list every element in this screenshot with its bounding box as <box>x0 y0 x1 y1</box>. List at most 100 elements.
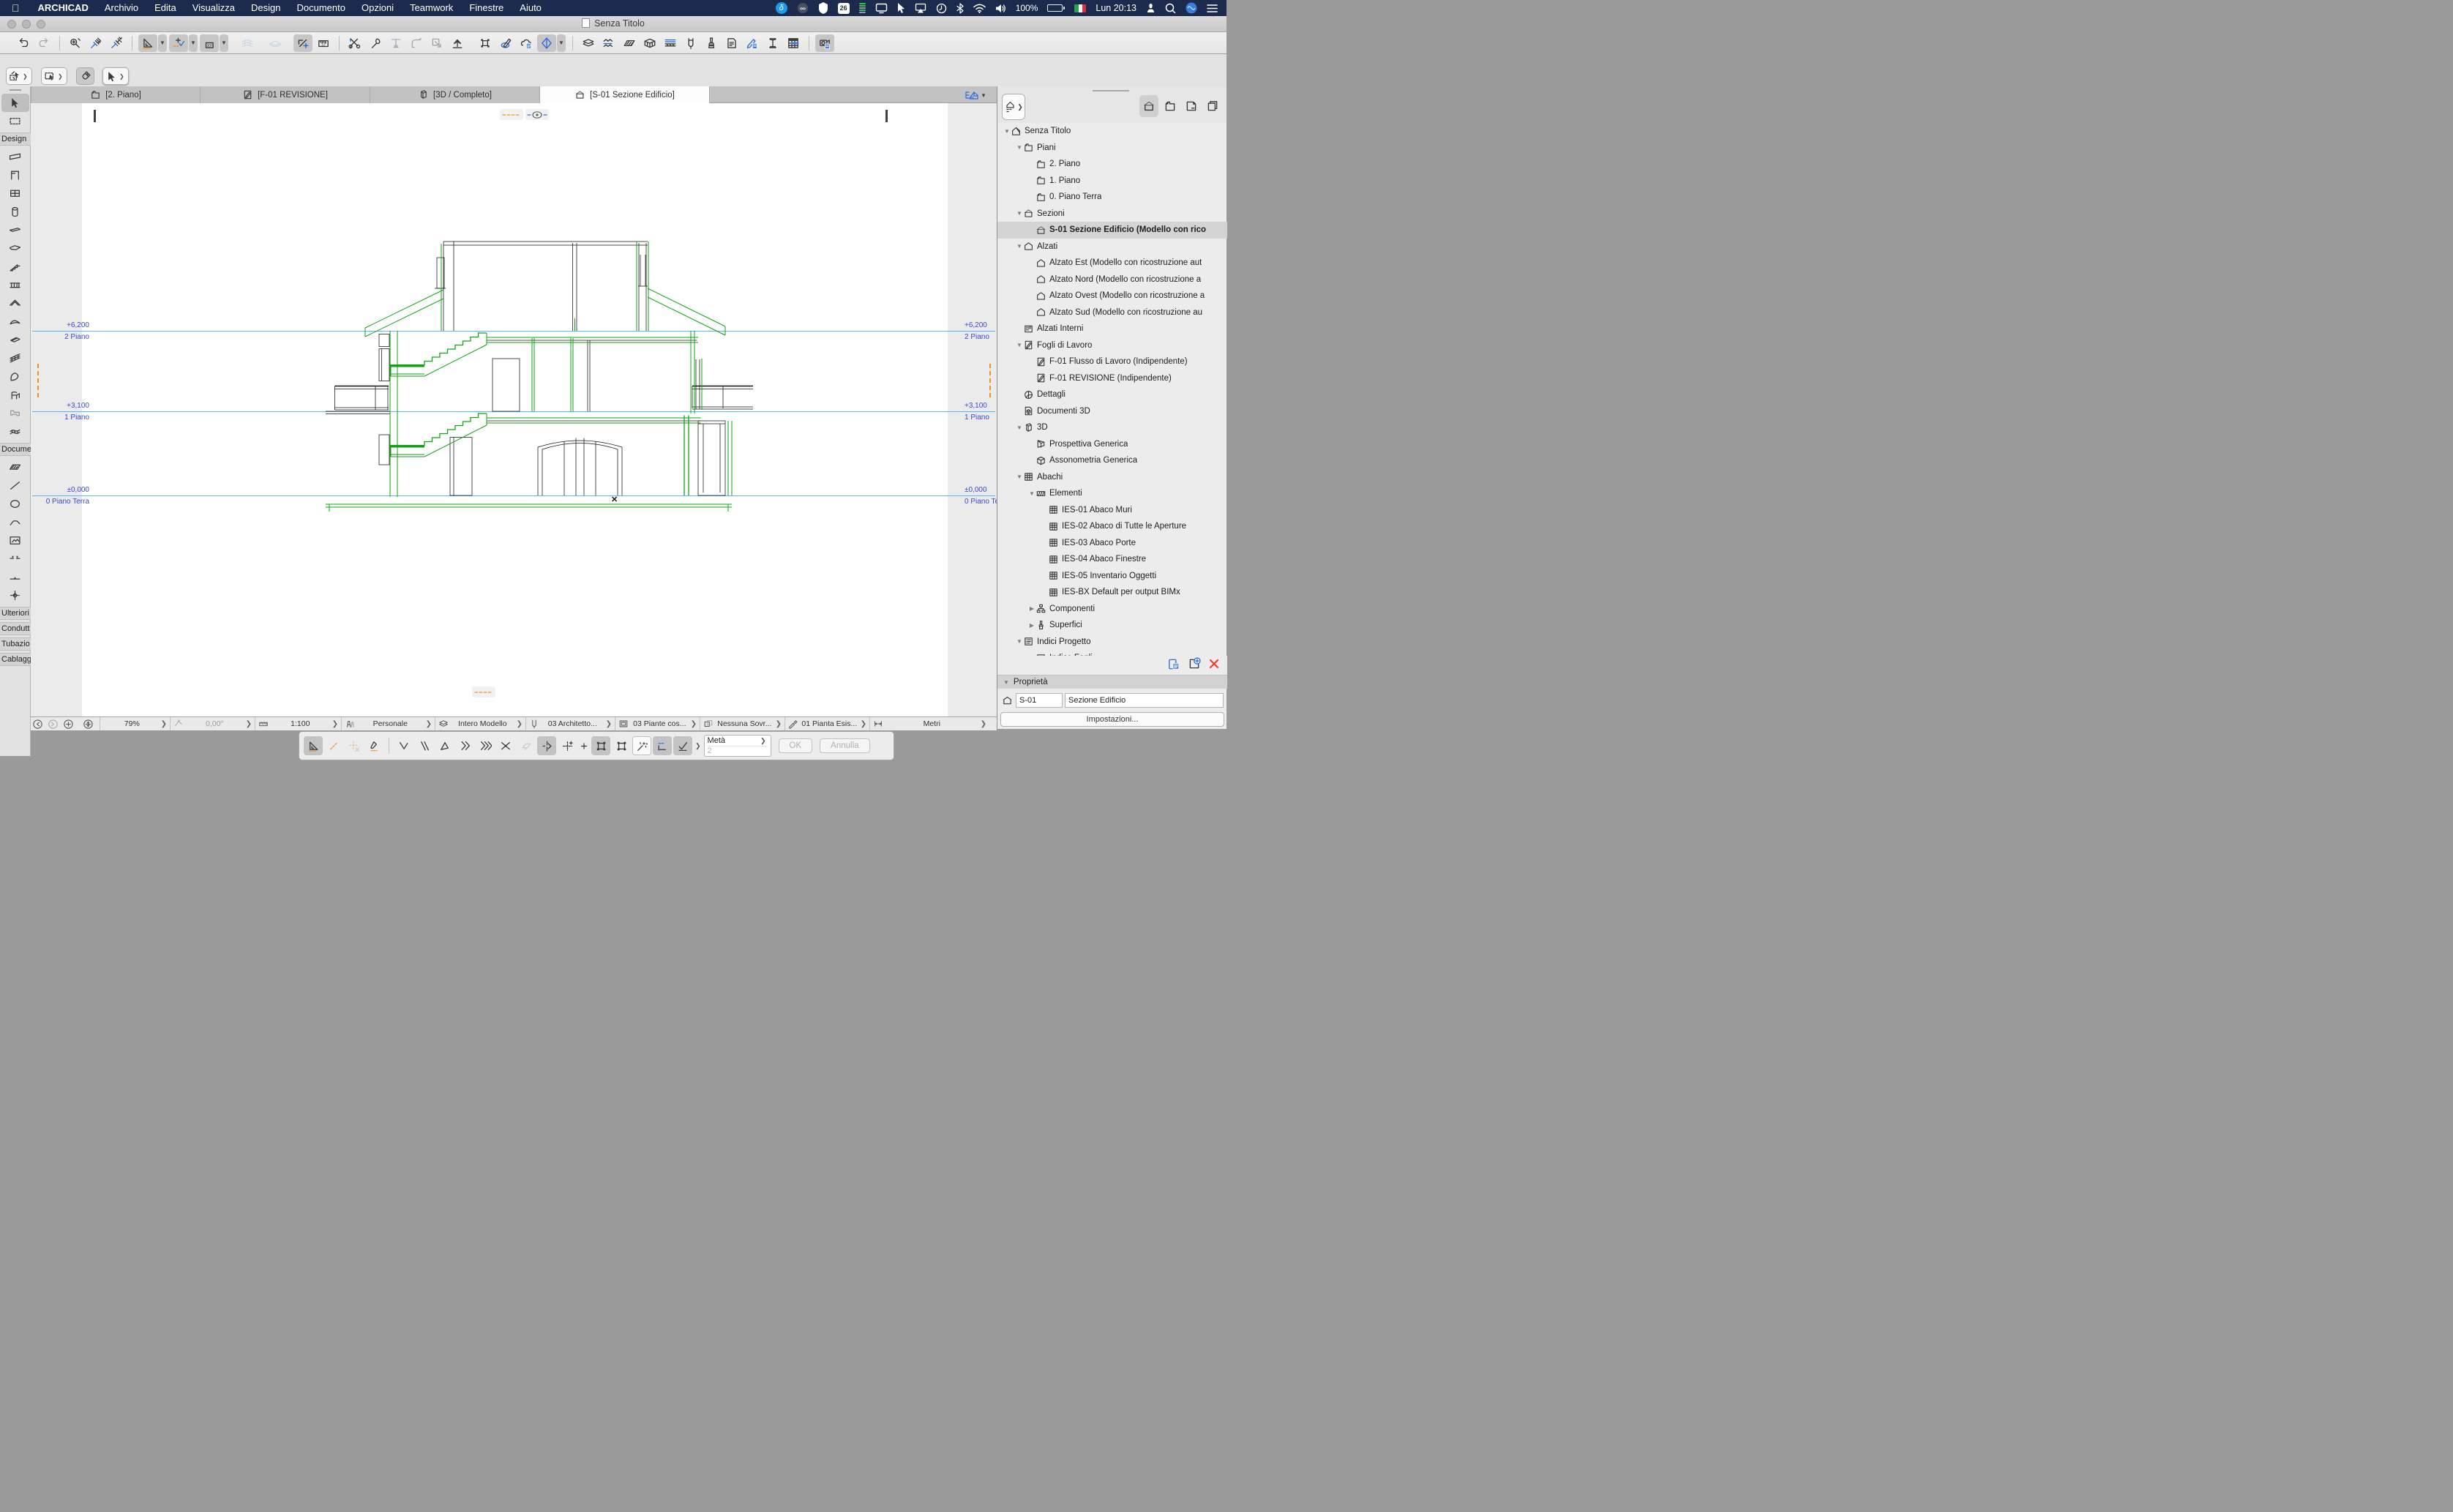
guide-line-handle-bottom[interactable] <box>472 686 495 697</box>
chevron-down-icon[interactable]: ▼ <box>189 34 198 52</box>
tool-finestra[interactable] <box>1 184 29 203</box>
tree-item[interactable]: F-01 REVISIONE (Indipendente) <box>997 370 1227 387</box>
view-tab[interactable]: [S-01 Sezione Edificio] <box>540 86 710 103</box>
tree-item[interactable]: 2. Piano <box>997 156 1227 173</box>
favorites-button[interactable] <box>722 34 741 52</box>
building-material-button[interactable] <box>640 34 659 52</box>
wifi-icon[interactable] <box>973 2 986 14</box>
guide-segment-button[interactable] <box>324 736 343 755</box>
tool-zona[interactable] <box>1 404 29 422</box>
tree-item[interactable]: Alzato Sud (Modello con ricostruzione au <box>997 304 1227 321</box>
add-snap-button[interactable] <box>578 736 590 755</box>
tree-item[interactable]: 1. Piano <box>997 173 1227 190</box>
apple-menu[interactable]:  <box>0 0 30 16</box>
layers-button[interactable] <box>579 34 598 52</box>
edit-in-3d-button[interactable] <box>293 34 312 52</box>
status-personale[interactable]: Personale❯ <box>341 717 435 730</box>
chevron-down-icon[interactable]: ▼ <box>220 34 228 52</box>
status-0-00-[interactable]: 0,00°❯ <box>170 717 255 730</box>
navigator-mode-layout-book[interactable] <box>1182 95 1201 117</box>
tool-alzato[interactable] <box>1 568 29 586</box>
tool-parapetto[interactable] <box>1 276 29 294</box>
tree-item[interactable]: IES-BX Default per output BIMx <box>997 584 1227 601</box>
tool-arrow-tool[interactable] <box>1 94 29 112</box>
text-style-button[interactable] <box>763 34 782 52</box>
expand-arrow-icon[interactable]: ▶ <box>1028 622 1035 629</box>
tree-item[interactable]: F-01 Flusso di Lavoro (Indipendente) <box>997 353 1227 370</box>
tree-item[interactable]: ▶Superfici <box>997 617 1227 634</box>
pens-button[interactable] <box>681 34 700 52</box>
guide-toggle-button[interactable] <box>653 736 672 755</box>
tree-item[interactable]: Prospettiva Generica <box>997 436 1227 453</box>
tree-item[interactable]: ▼Abachi <box>997 469 1227 486</box>
markup-button[interactable] <box>517 34 536 52</box>
annotation-button[interactable] <box>743 34 762 52</box>
collapse-arrow-icon[interactable]: ▼ <box>1016 144 1023 151</box>
tool-muro[interactable] <box>1 148 29 166</box>
expand-arrow-icon[interactable]: ▶ <box>1028 605 1035 612</box>
more-options-chevron[interactable]: ❯ <box>694 742 703 750</box>
delta-app-icon[interactable]: δ <box>776 2 787 14</box>
menu-teamwork[interactable]: Teamwork <box>402 0 461 16</box>
tree-item[interactable]: Alzato Nord (Modello con ricostruzione a <box>997 272 1227 288</box>
selection-options[interactable]: ❯ <box>41 67 67 85</box>
password-app-icon[interactable] <box>818 2 828 14</box>
bounding-box-button[interactable] <box>612 736 631 755</box>
arrow-tool-options[interactable]: ❯ <box>102 67 129 85</box>
tool-pilastro[interactable] <box>1 203 29 221</box>
tool-mesh[interactable] <box>1 422 29 441</box>
tree-item[interactable]: IES-04 Abaco Finestre <box>997 551 1227 568</box>
snap-angle-button[interactable] <box>394 736 413 755</box>
tree-item[interactable]: Alzato Est (Modello con ricostruzione au… <box>997 255 1227 272</box>
tool-oggetto[interactable] <box>1 386 29 404</box>
tree-item[interactable]: Documenti 3D <box>997 403 1227 420</box>
section-name-field[interactable] <box>1065 693 1224 708</box>
collapse-arrow-icon[interactable]: ▼ <box>1016 424 1023 431</box>
collapse-arrow-icon[interactable]: ▼ <box>1016 342 1023 348</box>
toolbox-group-label[interactable]: Condutt <box>0 622 31 635</box>
palette-drag-handle[interactable] <box>1093 90 1129 91</box>
inject-parameters-button[interactable] <box>86 34 105 52</box>
view-tab[interactable]: [3D / Completo] <box>370 86 540 103</box>
guide-ruler-button[interactable] <box>138 34 157 52</box>
snap-point-button[interactable] <box>537 736 556 755</box>
tool-marquee-tool[interactable] <box>1 112 29 130</box>
tab-overview-button[interactable]: ▼ <box>965 89 986 102</box>
section-limit-marker-right[interactable] <box>885 110 888 122</box>
navigator-mode-view-map[interactable] <box>1161 95 1180 117</box>
tool-shell[interactable] <box>1 312 29 331</box>
tool-falda[interactable] <box>1 294 29 312</box>
tree-item[interactable]: ▼Elementi <box>997 485 1227 502</box>
tool-curtain-wall[interactable] <box>1 349 29 367</box>
schedule-button[interactable] <box>784 34 803 52</box>
bluetooth-icon[interactable] <box>956 2 964 14</box>
snap-offset-button[interactable] <box>455 736 474 755</box>
tool-cerchio[interactable] <box>1 495 29 513</box>
tree-item[interactable]: ▼Indici Progetto <box>997 634 1227 651</box>
status-metri[interactable]: Metri❯ <box>869 717 989 730</box>
tree-item[interactable]: S-01 Sezione Edificio (Modello con rico <box>997 222 1227 239</box>
menu-documento[interactable]: Documento <box>289 0 353 16</box>
cut-button[interactable] <box>345 34 364 52</box>
tool-lucernario[interactable] <box>1 331 29 349</box>
remove-guide-button[interactable] <box>345 736 364 755</box>
resize-button[interactable] <box>427 34 446 52</box>
reference-slab-button[interactable] <box>266 34 285 52</box>
tree-item[interactable]: ▼Piani <box>997 140 1227 157</box>
status-intero-modello[interactable]: Intero Modello❯ <box>435 717 525 730</box>
tree-item[interactable]: Alzato Ovest (Modello con ricostruzione … <box>997 288 1227 304</box>
tree-item[interactable]: IES-03 Abaco Porte <box>997 535 1227 552</box>
airplay-icon[interactable] <box>915 2 926 14</box>
snap-plane-button[interactable] <box>517 736 536 755</box>
tree-item[interactable]: ▼Alzati <box>997 239 1227 255</box>
menu-archicad[interactable]: ARCHICAD <box>30 0 97 16</box>
tool-figura[interactable] <box>1 531 29 550</box>
tree-item[interactable]: Assonometria Generica <box>997 452 1227 469</box>
surface-button[interactable] <box>702 34 721 52</box>
stats-icon[interactable] <box>859 2 866 14</box>
tree-item[interactable]: IES-02 Abaco di Tutte le Aperture <box>997 518 1227 535</box>
inject-all-button[interactable] <box>107 34 126 52</box>
zoom-in-icon[interactable] <box>63 719 74 730</box>
tool-solaio[interactable] <box>1 239 29 258</box>
tree-item[interactable]: ▼Sezioni <box>997 206 1227 222</box>
